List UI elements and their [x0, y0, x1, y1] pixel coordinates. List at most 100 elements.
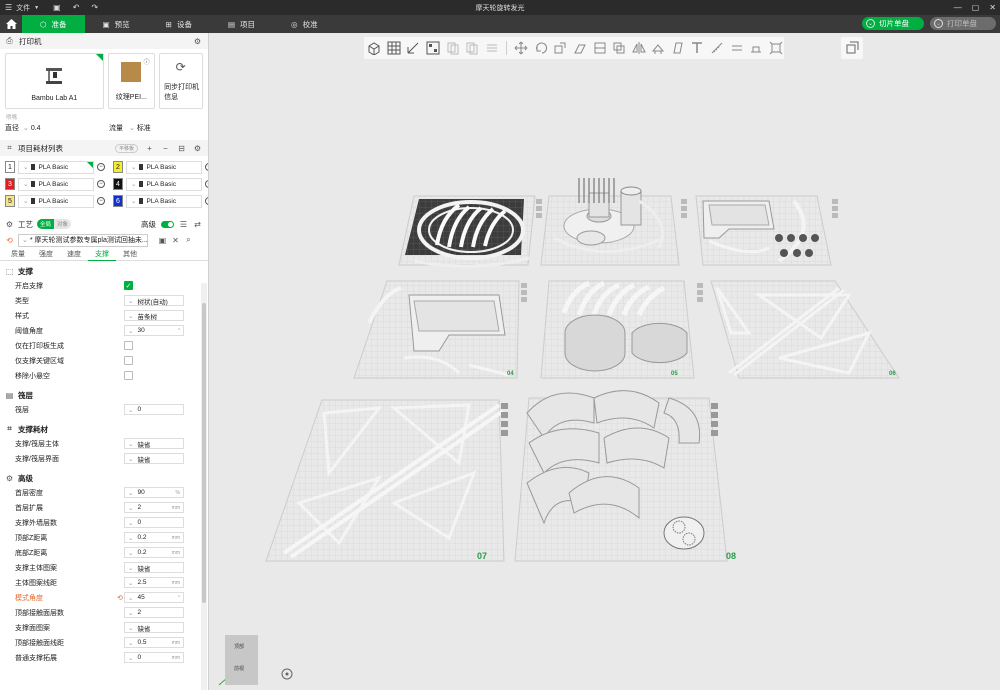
- process-tab[interactable]: 质量: [4, 248, 32, 261]
- info-icon[interactable]: ⓘ: [142, 57, 151, 66]
- dropdown-icon[interactable]: ▼: [34, 3, 39, 13]
- remove-filament-icon[interactable]: −: [97, 180, 105, 188]
- slice-dropdown-icon[interactable]: ⌄: [866, 19, 875, 28]
- view-cube-top[interactable]: 顶部: [234, 643, 244, 650]
- setting-value-field[interactable]: ⌄ 缺省: [124, 438, 184, 449]
- setting-value-field[interactable]: ⌄ 30 °: [124, 325, 184, 336]
- tab-project[interactable]: ▤ 项目: [210, 15, 273, 33]
- process-tab[interactable]: 强度: [32, 248, 60, 261]
- compare-icon[interactable]: ⇄: [193, 220, 202, 229]
- plate-01-actions[interactable]: [536, 199, 543, 227]
- setting-value-field[interactable]: ⌄ 90%: [124, 487, 184, 498]
- print-button[interactable]: ⌄ 打印单盘: [930, 17, 996, 30]
- printer-card[interactable]: Bambu Lab A1: [5, 53, 104, 109]
- plate-02[interactable]: [540, 178, 680, 266]
- plate-05-actions[interactable]: [697, 283, 704, 311]
- minimize-button[interactable]: —: [954, 3, 962, 13]
- setting-value-field[interactable]: ⌄ 0.5 mm: [124, 637, 184, 648]
- reset-icon[interactable]: ⟲: [117, 594, 123, 602]
- file-menu[interactable]: 文件: [16, 3, 30, 13]
- process-tab[interactable]: 其他: [116, 248, 144, 261]
- filament-slot[interactable]: 6⌄PLA Basic−: [113, 194, 208, 208]
- plate-01[interactable]: [398, 195, 536, 268]
- filament-slot[interactable]: 1 ⌄ PLA Basic −: [5, 160, 105, 174]
- advanced-switch[interactable]: [161, 220, 174, 228]
- setting-value-field[interactable]: ⌄ 缺省: [124, 562, 184, 573]
- filament-number[interactable]: 2: [113, 161, 123, 173]
- tab-calibration[interactable]: ◎ 校准: [273, 15, 336, 33]
- setting-value-field[interactable]: ⌄ 缺省: [124, 622, 184, 633]
- print-dropdown-icon[interactable]: ⌄: [934, 19, 943, 28]
- undo-icon[interactable]: ↶: [73, 3, 80, 13]
- scrollbar-thumb[interactable]: [202, 303, 206, 603]
- plate-08-actions[interactable]: [711, 403, 719, 443]
- view-cube-front[interactable]: 前视: [234, 665, 244, 672]
- setting-checkbox[interactable]: [124, 356, 133, 365]
- filament-select[interactable]: ⌄ PLA Basic: [18, 177, 94, 191]
- gear-icon[interactable]: ⚙: [193, 144, 202, 153]
- close-button[interactable]: ✕: [989, 3, 996, 13]
- setting-checkbox[interactable]: [124, 371, 133, 380]
- tab-prepare[interactable]: ⬡ 准备: [22, 15, 85, 33]
- plate-04[interactable]: [353, 280, 520, 379]
- setting-value-field[interactable]: ⌄ 2.5 mm: [124, 577, 184, 588]
- filament-number[interactable]: 1: [5, 161, 15, 173]
- setting-value-field[interactable]: ⌄ 缺省: [124, 453, 184, 464]
- filament-slot[interactable]: 4⌄PLA Basic−: [113, 177, 208, 191]
- close-icon[interactable]: ✕: [171, 236, 180, 245]
- plate-07[interactable]: [265, 399, 505, 562]
- filament-select[interactable]: ⌄ PLA Basic: [126, 160, 202, 174]
- sync-printer-button[interactable]: ⟳ 同步打印机 信息: [159, 53, 203, 109]
- filament-select[interactable]: ⌄ PLA Basic: [126, 177, 202, 191]
- add-icon[interactable]: +: [145, 144, 154, 153]
- plate-03[interactable]: [695, 195, 832, 266]
- remove-filament-icon[interactable]: −: [97, 197, 105, 205]
- sync-filament-icon[interactable]: ⊟: [177, 144, 186, 153]
- tab-preview[interactable]: ▣ 预览: [85, 15, 148, 33]
- filament-select[interactable]: ⌄ PLA Basic: [126, 194, 202, 208]
- plate-07-actions[interactable]: [501, 403, 509, 443]
- setting-value-field[interactable]: ⌄ 0 mm: [124, 652, 184, 663]
- global-toggle[interactable]: 全局: [37, 219, 55, 229]
- filament-number[interactable]: 4: [113, 178, 123, 190]
- setting-checkbox[interactable]: ✓: [124, 281, 133, 290]
- sidebar-scrollbar[interactable]: [201, 283, 207, 690]
- home-icon[interactable]: [0, 15, 22, 33]
- plate-02-actions[interactable]: [681, 199, 688, 227]
- filament-select[interactable]: ⌄ PLA Basic: [18, 194, 94, 208]
- setting-value-field[interactable]: ⌄ 苗条树: [124, 310, 184, 321]
- maximize-button[interactable]: ▢: [972, 3, 980, 13]
- setting-value-field[interactable]: ⌄ 0.2 mm: [124, 547, 184, 558]
- recenter-icon[interactable]: [281, 668, 293, 680]
- plate-06[interactable]: [710, 280, 900, 379]
- filament-badge[interactable]: 平移板: [114, 143, 138, 153]
- remove-icon[interactable]: −: [161, 144, 170, 153]
- redo-icon[interactable]: ↷: [91, 3, 98, 13]
- slice-button[interactable]: ⌄ 切片单盘: [862, 17, 924, 30]
- list-icon[interactable]: ☰: [179, 220, 188, 229]
- process-tab[interactable]: 支撑: [88, 248, 116, 261]
- remove-filament-icon[interactable]: −: [97, 163, 105, 171]
- gear-icon[interactable]: ⚙: [193, 37, 202, 46]
- filament-slot[interactable]: 3 ⌄ PLA Basic −: [5, 177, 105, 191]
- filament-select[interactable]: ⌄ PLA Basic: [18, 160, 94, 174]
- setting-value-field[interactable]: ⌄ 0.2 mm: [124, 532, 184, 543]
- filament-number[interactable]: 6: [113, 195, 123, 207]
- scope-toggle[interactable]: 全局 对象: [37, 219, 72, 229]
- plate-04-actions[interactable]: [521, 283, 528, 311]
- process-preset-select[interactable]: ⌄ * 摩天轮测试参数专属pla测试回抽未...: [18, 233, 148, 247]
- reset-icon[interactable]: ⟲: [5, 236, 14, 245]
- plate-08[interactable]: [514, 390, 728, 562]
- filament-number[interactable]: 5: [5, 195, 15, 207]
- setting-value-field[interactable]: ⌄ 2: [124, 607, 184, 618]
- 3d-viewport[interactable]: 04 05 06 07 08 顶部 前视: [209, 33, 1000, 690]
- filament-number[interactable]: 3: [5, 178, 15, 190]
- save-icon[interactable]: ▣: [53, 3, 61, 13]
- plate-card[interactable]: ⓘ 纹理PEI...: [107, 53, 156, 109]
- save-preset-icon[interactable]: ▣: [158, 236, 167, 245]
- setting-value-field[interactable]: ⌄ 0: [124, 517, 184, 528]
- view-cube[interactable]: 顶部 前视: [225, 635, 258, 685]
- setting-value-field[interactable]: ⌄ 树状(自动): [124, 295, 184, 306]
- filament-slot[interactable]: 5 ⌄ PLA Basic −: [5, 194, 105, 208]
- tab-device[interactable]: ⊞ 设备: [148, 15, 210, 33]
